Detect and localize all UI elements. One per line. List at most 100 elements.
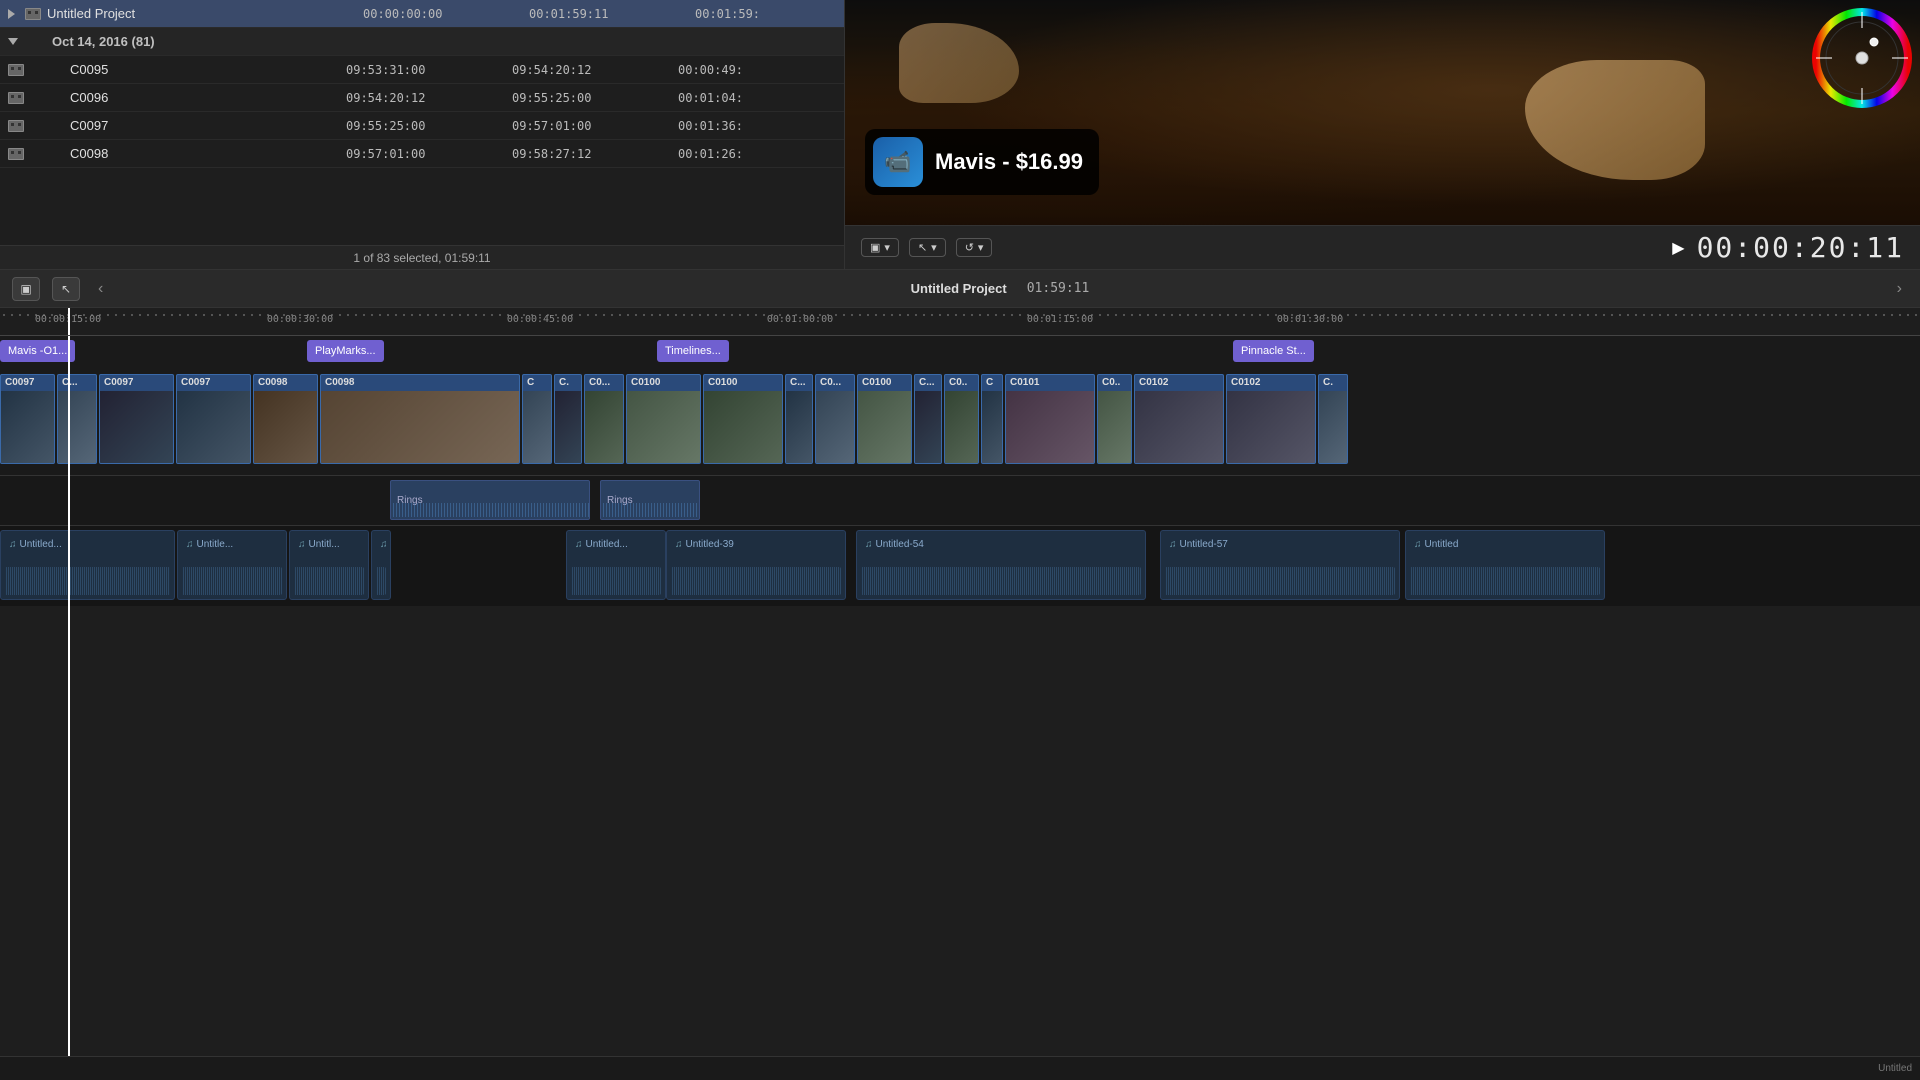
video-clip-20[interactable]: C0102	[1226, 374, 1316, 464]
clip-thumb-17	[1006, 391, 1094, 463]
video-clip-0[interactable]: C0097	[0, 374, 55, 464]
video-clip-18[interactable]: C0..	[1097, 374, 1132, 464]
video-clip-13[interactable]: C0100	[857, 374, 912, 464]
mavis-icon-symbol: 📹	[884, 149, 911, 175]
marker-row: Mavis -O1... PlayMarks... Timelines... P…	[0, 336, 1920, 366]
project-end: 00:01:59:11	[529, 7, 689, 21]
project-row[interactable]: Untitled Project 00:00:00:00 00:01:59:11…	[0, 0, 844, 28]
video-clip-6[interactable]: C	[522, 374, 552, 464]
clip-thumb-16	[982, 391, 1002, 463]
marker-playmarks[interactable]: PlayMarks...	[307, 340, 384, 362]
browser-table: Untitled Project 00:00:00:00 00:01:59:11…	[0, 0, 844, 245]
waveform-2	[601, 503, 699, 517]
clip-label-15: C0..	[949, 377, 967, 388]
title-clip-name-7: ♫Untitled-57	[1169, 539, 1228, 550]
waveform-1	[391, 503, 589, 517]
browser-status-text: 1 of 83 selected, 01:59:11	[353, 251, 490, 265]
clip-row-c0096[interactable]: C0096 09:54:20:12 09:55:25:00 00:01:04:	[0, 84, 844, 112]
preview-video: 📹 Mavis - $16.99	[845, 0, 1920, 225]
video-clip-5[interactable]: C0098	[320, 374, 520, 464]
video-clip-16[interactable]: C	[981, 374, 1003, 464]
preview-panel: 📹 Mavis - $16.99 ▣ ▾ ↖ ▾	[845, 0, 1920, 269]
title-clip-8[interactable]: ♫Untitled	[1405, 530, 1605, 600]
clip-thumb-12	[816, 391, 854, 463]
film-icon	[25, 8, 41, 20]
clip-dur-c0096: 00:01:04:	[678, 91, 836, 105]
playhead-track-line	[68, 336, 70, 1056]
clip-label-5: C0098	[325, 377, 354, 388]
loop-chevron: ▾	[978, 241, 984, 254]
track-view-button[interactable]: ▣	[12, 277, 40, 301]
loop-button[interactable]: ↺ ▾	[956, 238, 993, 257]
title-clip-0[interactable]: ♫Untitled...	[0, 530, 175, 600]
clip-label-12: C0...	[820, 377, 841, 388]
clip-thumb-14	[915, 391, 941, 463]
timeline-toolbar: ▣ ↖ ‹ Untitled Project 01:59:11 ›	[0, 270, 1920, 308]
audio-clip-rings-1[interactable]: Rings	[390, 480, 590, 520]
skim-chevron: ▾	[931, 241, 937, 254]
title-waveform-7	[1165, 567, 1395, 595]
video-clip-9[interactable]: C0100	[626, 374, 701, 464]
view-mode-icon: ▣	[870, 241, 880, 254]
group-header[interactable]: Oct 14, 2016 (81)	[0, 28, 844, 56]
title-clip-3[interactable]: ♫U	[371, 530, 391, 600]
clip-thumb-0	[1, 391, 54, 463]
marker-mavis[interactable]: Mavis -O1...	[0, 340, 75, 362]
clip-label-3: C0097	[181, 377, 210, 388]
title-clip-1[interactable]: ♫Untitle...	[177, 530, 287, 600]
clip-icon-c0098	[8, 148, 24, 160]
video-clip-7[interactable]: C.	[554, 374, 582, 464]
title-clip-4[interactable]: ♫Untitled...	[566, 530, 666, 600]
marker-pinnacle[interactable]: Pinnacle St...	[1233, 340, 1314, 362]
timeline-back-button[interactable]: ‹	[92, 278, 109, 300]
video-clip-8[interactable]: C0...	[584, 374, 624, 464]
clip-row-c0097[interactable]: C0097 09:55:25:00 09:57:01:00 00:01:36:	[0, 112, 844, 140]
transport-bar: ▣ ▾ ↖ ▾ ↺ ▾ ▶ 00:00:20:11	[845, 225, 1920, 269]
clip-label-9: C0100	[631, 377, 660, 388]
clip-end-c0095: 09:54:20:12	[512, 63, 672, 77]
clip-thumb-8	[585, 391, 623, 463]
video-clip-21[interactable]: C.	[1318, 374, 1348, 464]
clip-label-10: C0100	[708, 377, 737, 388]
video-clip-19[interactable]: C0102	[1134, 374, 1224, 464]
play-button[interactable]: ▶	[1672, 238, 1684, 258]
view-mode-chevron: ▾	[884, 241, 890, 254]
view-mode-button[interactable]: ▣ ▾	[861, 238, 899, 257]
clip-icon-c0096	[8, 92, 24, 104]
audio-clip-rings-2[interactable]: Rings	[600, 480, 700, 520]
title-waveform-6	[861, 567, 1141, 595]
clip-label-13: C0100	[862, 377, 891, 388]
video-clip-17[interactable]: C0101	[1005, 374, 1095, 464]
ruler-mark-3: 00:01:00:00	[767, 314, 833, 325]
title-clip-name-4: ♫Untitled...	[575, 539, 628, 550]
video-clip-3[interactable]: C0097	[176, 374, 251, 464]
clip-thumb-13	[858, 391, 911, 463]
timeline-forward-button[interactable]: ›	[1891, 278, 1908, 300]
skim-mode-button[interactable]: ↖ ▾	[909, 238, 946, 257]
video-clip-2[interactable]: C0097	[99, 374, 174, 464]
video-clip-10[interactable]: C0100	[703, 374, 783, 464]
tool-select-button[interactable]: ↖	[52, 277, 80, 301]
project-name: Untitled Project	[47, 6, 357, 21]
video-clip-15[interactable]: C0..	[944, 374, 979, 464]
clip-row-c0095[interactable]: C0095 09:53:31:00 09:54:20:12 00:00:49:	[0, 56, 844, 84]
video-clip-4[interactable]: C0098	[253, 374, 318, 464]
marker-timelines[interactable]: Timelines...	[657, 340, 729, 362]
video-clip-1[interactable]: C...	[57, 374, 97, 464]
video-clip-14[interactable]: C...	[914, 374, 942, 464]
clip-row-c0098[interactable]: C0098 09:57:01:00 09:58:27:12 00:01:26:	[0, 140, 844, 168]
clip-label-4: C0098	[258, 377, 287, 388]
video-clip-11[interactable]: C...	[785, 374, 813, 464]
clip-thumb-18	[1098, 391, 1131, 463]
video-clip-12[interactable]: C0...	[815, 374, 855, 464]
title-clip-name-6: ♫Untitled-54	[865, 539, 924, 550]
title-clip-5[interactable]: ♫Untitled-39	[666, 530, 846, 600]
bottom-bar: Untitled	[0, 1056, 1920, 1080]
title-clip-6[interactable]: ♫Untitled-54	[856, 530, 1146, 600]
mavis-title: Mavis - $16.99	[935, 149, 1083, 175]
project-dur: 00:01:59:	[695, 7, 836, 21]
clip-label-14: C...	[919, 377, 935, 388]
title-clip-2[interactable]: ♫Untitl...	[289, 530, 369, 600]
title-clip-7[interactable]: ♫Untitled-57	[1160, 530, 1400, 600]
clip-name-c0096: C0096	[30, 90, 340, 105]
